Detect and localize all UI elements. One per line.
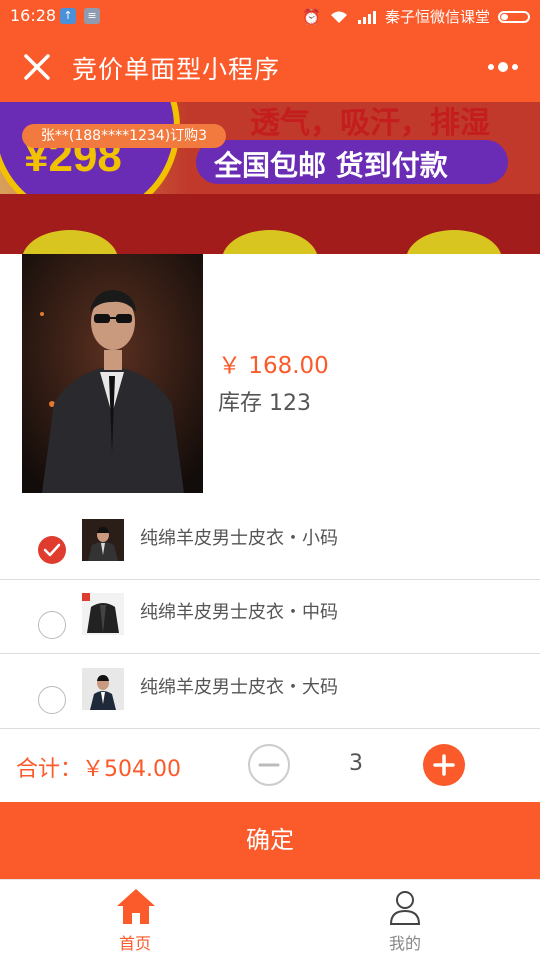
alarm-icon: ⏰ (302, 7, 321, 26)
option-item-small[interactable]: 纯绵羊皮男士皮衣・小码 (0, 505, 540, 580)
option-label: 纯绵羊皮男士皮衣・大码 (140, 677, 338, 698)
quantity-value[interactable]: 3 (338, 751, 374, 776)
status-time: 16:28 (10, 6, 57, 25)
user-icon (389, 891, 421, 925)
tab-mine[interactable]: 我的 (270, 880, 540, 960)
minus-button[interactable] (248, 744, 290, 786)
page-title: 竞价单面型小程序 (72, 55, 281, 84)
tab-home-label: 首页 (118, 934, 151, 953)
carrier-text: 秦子恒微信课堂 (384, 8, 490, 26)
checked-radio-icon[interactable] (38, 536, 66, 564)
unchecked-radio-icon[interactable] (38, 611, 66, 639)
unchecked-radio-icon[interactable] (38, 686, 66, 714)
option-label: 纯绵羊皮男士皮衣・中码 (140, 602, 338, 623)
product-image (22, 254, 203, 493)
banner-slogan-bottom: 全国包邮 货到付款 (214, 149, 448, 182)
tab-home[interactable]: 首页 (0, 880, 270, 960)
total-bar: 合计：￥504.00 3 (0, 729, 540, 801)
option-thumbnail (82, 519, 124, 561)
nav-bar: 竞价单面型小程序 (0, 32, 540, 102)
leather-jacket-model-image (22, 254, 203, 493)
product-stock: 库存 123 (218, 391, 311, 416)
tab-bar: 首页 我的 (0, 879, 540, 960)
status-right: ⏰ 秦子恒微信课堂 (302, 6, 530, 27)
product-price: ￥ 168.00 (218, 353, 329, 379)
home-icon (117, 889, 155, 924)
wifi-icon (330, 11, 347, 23)
plus-button[interactable] (423, 744, 465, 786)
minus-icon (258, 763, 280, 767)
option-thumbnail (82, 668, 124, 710)
total-amount: 合计：￥504.00 (16, 757, 181, 782)
option-label: 纯绵羊皮男士皮衣・小码 (140, 528, 338, 549)
signal-icon (357, 10, 376, 24)
more-dots-icon[interactable] (486, 58, 520, 76)
option-item-medium[interactable]: 纯绵羊皮男士皮衣・中码 (0, 579, 540, 654)
close-icon[interactable] (20, 50, 54, 84)
plus-icon (433, 754, 455, 776)
upload-icon: ↑ (60, 8, 76, 24)
message-icon: ≡ (84, 8, 100, 24)
option-thumbnail (82, 593, 124, 635)
buyer-notice: 张**(188****1234)订购3 (22, 124, 226, 148)
battery-icon (498, 10, 530, 23)
option-item-large[interactable]: 纯绵羊皮男士皮衣・大码 (0, 654, 540, 729)
tab-mine-label: 我的 (388, 934, 421, 953)
confirm-button[interactable]: 确定 (0, 802, 540, 879)
status-bar: 16:28 ↑ ≡ ⏰ 秦子恒微信课堂 (0, 0, 540, 32)
banner-slogan-top: 透气，吸汗，排湿 (250, 106, 490, 141)
